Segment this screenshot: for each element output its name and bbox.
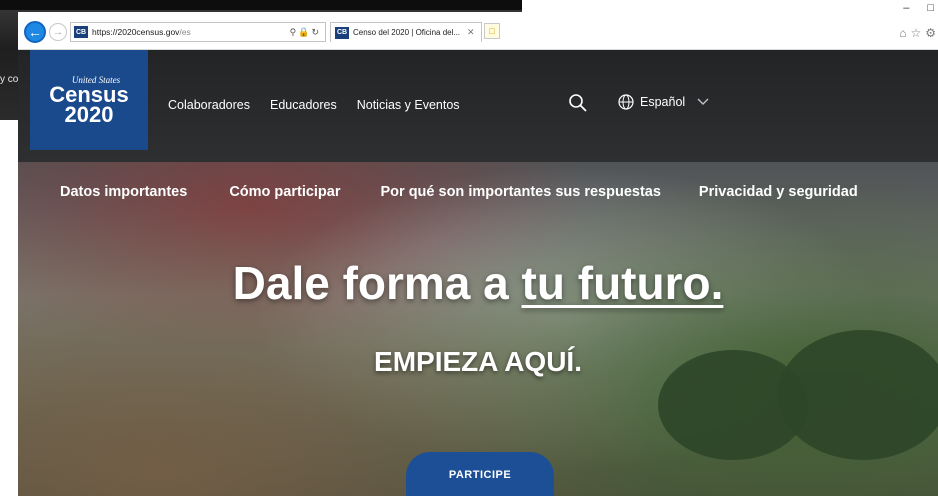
minimize-button[interactable]: –	[903, 2, 909, 14]
census-logo[interactable]: United States Census 2020	[30, 50, 148, 150]
main-nav-como-participar[interactable]: Cómo participar	[229, 184, 340, 200]
web-page: United States Census 2020 Colaboradores …	[18, 50, 938, 496]
header-background	[18, 50, 938, 162]
hero-title-text: Dale forma a	[232, 257, 522, 309]
forward-button[interactable]: →	[49, 23, 67, 41]
screen: y co ← → CB https://2020census.gov/es ⚲🔒…	[0, 0, 938, 496]
globe-icon	[618, 94, 634, 110]
address-bar-tools: ⚲🔒↻	[290, 27, 321, 38]
browser-window: ← → CB https://2020census.gov/es ⚲🔒↻ CB …	[18, 2, 938, 496]
window-controls: – □	[903, 2, 934, 14]
refresh-icon[interactable]: ↻	[311, 27, 321, 37]
lock-icon[interactable]: 🔒	[298, 27, 311, 37]
tab-favicon: CB	[335, 26, 349, 39]
nav-link-educadores[interactable]: Educadores	[270, 98, 337, 112]
hero-subtitle: EMPIEZA AQUÍ.	[374, 346, 582, 377]
url-path: /es	[179, 27, 191, 37]
gear-icon[interactable]: ⚙	[925, 26, 936, 40]
url-host: https://2020census.gov	[92, 27, 180, 37]
search-icon[interactable]	[568, 93, 588, 113]
browser-tool-icons: ⌂ ☆ ⚙	[899, 26, 936, 40]
browser-tab[interactable]: CB Censo del 2020 | Oficina del... ✕	[330, 22, 482, 42]
back-button[interactable]: ←	[24, 21, 46, 43]
search-icon[interactable]: ⚲	[290, 27, 299, 37]
browser-toolbar: ← → CB https://2020census.gov/es ⚲🔒↻ CB …	[18, 2, 938, 50]
hero-title-link[interactable]: tu futuro.	[522, 257, 724, 309]
language-selector[interactable]: Español	[618, 94, 709, 110]
background-window-text: y co	[0, 74, 19, 85]
language-label: Español	[640, 95, 686, 109]
main-nav: Datos importantes Cómo participar Por qu…	[60, 184, 858, 200]
star-icon[interactable]: ☆	[910, 26, 921, 40]
close-icon[interactable]: ✕	[467, 27, 475, 38]
nav-link-noticias[interactable]: Noticias y Eventos	[357, 98, 460, 112]
main-nav-por-que[interactable]: Por qué son importantes sus respuestas	[381, 184, 661, 200]
chevron-down-icon	[697, 98, 709, 105]
back-arrow-icon: ←	[28, 24, 42, 40]
new-tab-icon[interactable]: □	[484, 23, 500, 39]
background-window-titlebar	[0, 0, 522, 10]
address-bar[interactable]: CB https://2020census.gov/es ⚲🔒↻	[70, 22, 326, 42]
maximize-button[interactable]: □	[927, 2, 934, 14]
nav-link-colaboradores[interactable]: Colaboradores	[168, 98, 250, 112]
logo-year: 2020	[64, 102, 114, 127]
participe-button[interactable]: PARTICIPE	[406, 452, 554, 496]
utility-nav: Colaboradores Educadores Noticias y Even…	[168, 98, 460, 112]
main-nav-datos[interactable]: Datos importantes	[60, 184, 187, 200]
main-nav-privacidad[interactable]: Privacidad y seguridad	[699, 184, 858, 200]
home-icon[interactable]: ⌂	[899, 26, 906, 40]
tab-title: Censo del 2020 | Oficina del...	[353, 28, 461, 37]
forward-arrow-icon: →	[52, 26, 64, 38]
hero-title: Dale forma a tu futuro.	[18, 256, 938, 310]
site-favicon: CB	[74, 26, 88, 38]
